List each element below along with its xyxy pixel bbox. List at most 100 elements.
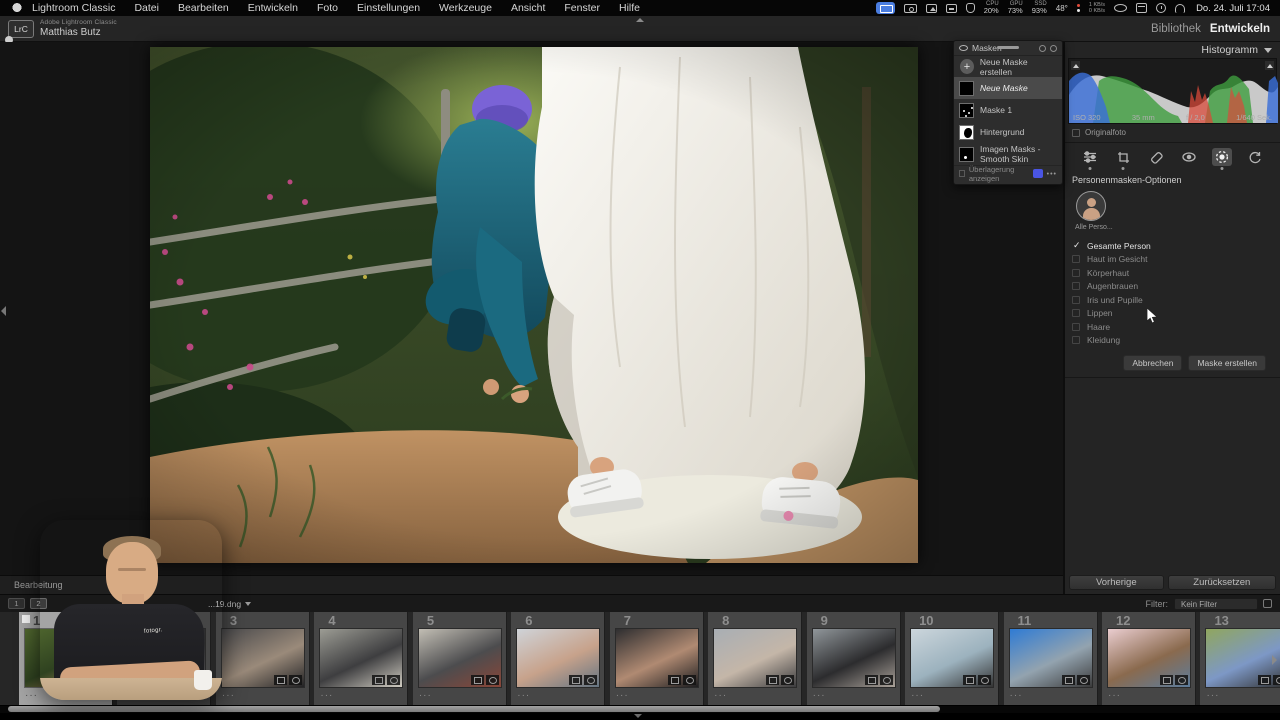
edit-badge-icon[interactable] [683,675,696,685]
photo-thumbnail[interactable] [222,629,304,687]
cell-menu-dots-icon[interactable] [320,685,333,703]
highlight-clipping-icon[interactable] [1265,61,1274,70]
overlay-checkbox[interactable] [959,170,965,177]
edit-badge-icon[interactable] [1175,675,1188,685]
photo-thumbnail[interactable] [813,629,895,687]
window-badge[interactable]: 1 [8,598,25,609]
cell-menu-dots-icon[interactable] [1108,685,1121,703]
person-option-row[interactable]: Augenbrauen [1072,280,1280,294]
dock-panel-icon[interactable] [1050,45,1057,52]
sync-icon[interactable] [1245,148,1265,166]
cancel-button[interactable]: Abbrechen [1123,355,1182,371]
mask-list-item[interactable]: Hintergrund [954,121,1062,143]
person-option-row[interactable]: Iris und Pupille [1072,293,1280,307]
filmstrip-cell[interactable]: 8 [708,612,802,705]
screen-record-icon[interactable] [876,2,895,14]
menu-item[interactable]: Fenster [564,2,600,14]
crop-badge-icon[interactable] [1258,675,1271,685]
info-icon[interactable] [1039,45,1046,52]
panel-drag-handle[interactable] [997,46,1019,49]
edit-badge-icon[interactable] [387,675,400,685]
edit-badge-icon[interactable] [978,675,991,685]
create-mask-button[interactable]: Maske erstellen [1188,355,1266,371]
filmstrip-cell[interactable]: 12 [1102,612,1196,705]
red-eye-icon[interactable] [1179,148,1199,166]
shadow-clipping-icon[interactable] [1071,61,1080,70]
original-photo-row[interactable]: Originalfoto [1065,124,1280,140]
network-speed[interactable]: 1 KB/s 0 KB/s [1089,2,1105,14]
menu-item[interactable]: Lightroom Classic [32,2,115,14]
filmstrip-cell[interactable]: 13 [1200,612,1280,705]
headphones-icon[interactable] [1175,4,1185,13]
crop-icon[interactable] [1113,148,1133,166]
cell-menu-dots-icon[interactable] [1010,685,1023,703]
photo-thumbnail[interactable] [911,629,993,687]
crop-badge-icon[interactable] [865,675,878,685]
filter-dropdown[interactable]: Kein Filter [1174,598,1258,610]
edit-badge-icon[interactable] [1273,675,1280,685]
cell-menu-dots-icon[interactable] [517,685,530,703]
edit-badge-icon[interactable] [584,675,597,685]
temperature-readout[interactable]: 48° [1056,4,1068,13]
photo-thumbnail[interactable] [1108,629,1190,687]
person-option-row[interactable]: Kleidung [1072,334,1280,348]
person-option-row[interactable]: Körperhaut [1072,266,1280,280]
status-dots-icon[interactable] [1077,4,1080,12]
crop-badge-icon[interactable] [372,675,385,685]
eye-icon[interactable] [1114,4,1127,12]
filmstrip-cell[interactable]: 9 [807,612,901,705]
option-checkbox[interactable] [1072,242,1080,250]
module-tab[interactable]: Entwickeln [1210,23,1270,35]
filmstrip-scrollbar-track[interactable] [0,706,1280,713]
filmstrip-scroll-right-icon[interactable] [1272,655,1277,665]
all-people-avatar[interactable] [1076,191,1106,221]
edit-badge-icon[interactable] [486,675,499,685]
original-photo-checkbox[interactable] [1072,129,1080,137]
previous-button[interactable]: Vorherige [1069,575,1164,590]
photo-thumbnail[interactable] [419,629,501,687]
filmstrip-scrollbar-handle[interactable] [8,706,940,712]
photo-thumbnail[interactable] [1206,629,1280,687]
crop-badge-icon[interactable] [1062,675,1075,685]
histogram[interactable]: ISO 32035 mmf / 2,01/640 Sek. [1068,58,1277,124]
cell-menu-dots-icon[interactable] [222,685,235,703]
filmstrip-cell[interactable]: 6 [511,612,605,705]
photo-thumbnail[interactable] [517,629,599,687]
menu-item[interactable]: Einstellungen [357,2,420,14]
apple-menu-icon[interactable] [12,3,22,13]
crop-badge-icon[interactable] [963,675,976,685]
cell-menu-dots-icon[interactable] [911,685,924,703]
camera-icon[interactable] [904,4,917,13]
menu-item[interactable]: Werkzeuge [439,2,492,14]
edit-sliders-icon[interactable] [1080,148,1100,166]
menu-item[interactable]: Entwickeln [248,2,298,14]
edit-badge-icon[interactable] [1077,675,1090,685]
mask-list-item[interactable]: Imagen Masks - Smooth Skin [954,143,1062,165]
option-checkbox[interactable] [1072,255,1080,263]
filmstrip-cell[interactable]: 11 [1004,612,1098,705]
photo-thumbnail[interactable] [1010,629,1092,687]
option-checkbox[interactable] [1072,336,1080,344]
mask-visibility-eye-icon[interactable] [959,45,968,51]
filmstrip-cell[interactable]: 3 [216,612,310,705]
stat-readout[interactable]: SSD 93% [1032,1,1047,15]
masking-icon[interactable] [1212,148,1232,166]
edit-badge-icon[interactable] [289,675,302,685]
menu-item[interactable]: Foto [317,2,338,14]
filmstrip-cell[interactable]: 5 [413,612,507,705]
person-option-row[interactable]: Haut im Gesicht [1072,253,1280,267]
person-option-row[interactable]: Lippen [1072,307,1280,321]
stat-readout[interactable]: CPU 20% [984,1,999,15]
collapse-bottom-panel-icon[interactable] [634,714,642,718]
cell-menu-dots-icon[interactable] [1206,685,1219,703]
menu-item[interactable]: Bearbeiten [178,2,229,14]
crop-badge-icon[interactable] [569,675,582,685]
module-tab[interactable]: Bibliothek [1151,23,1201,35]
mask-list-item[interactable]: Maske 1 [954,99,1062,121]
histogram-header[interactable]: Histogramm [1065,42,1280,58]
menu-item[interactable]: Hilfe [619,2,640,14]
menubar-clock[interactable]: Do. 24. Juli 17:04 [1196,3,1270,14]
photo-thumbnail[interactable] [714,629,796,687]
person-option-row[interactable]: Gesamte Person [1072,239,1280,253]
mask-list-item[interactable]: Neue Maske [954,77,1062,99]
